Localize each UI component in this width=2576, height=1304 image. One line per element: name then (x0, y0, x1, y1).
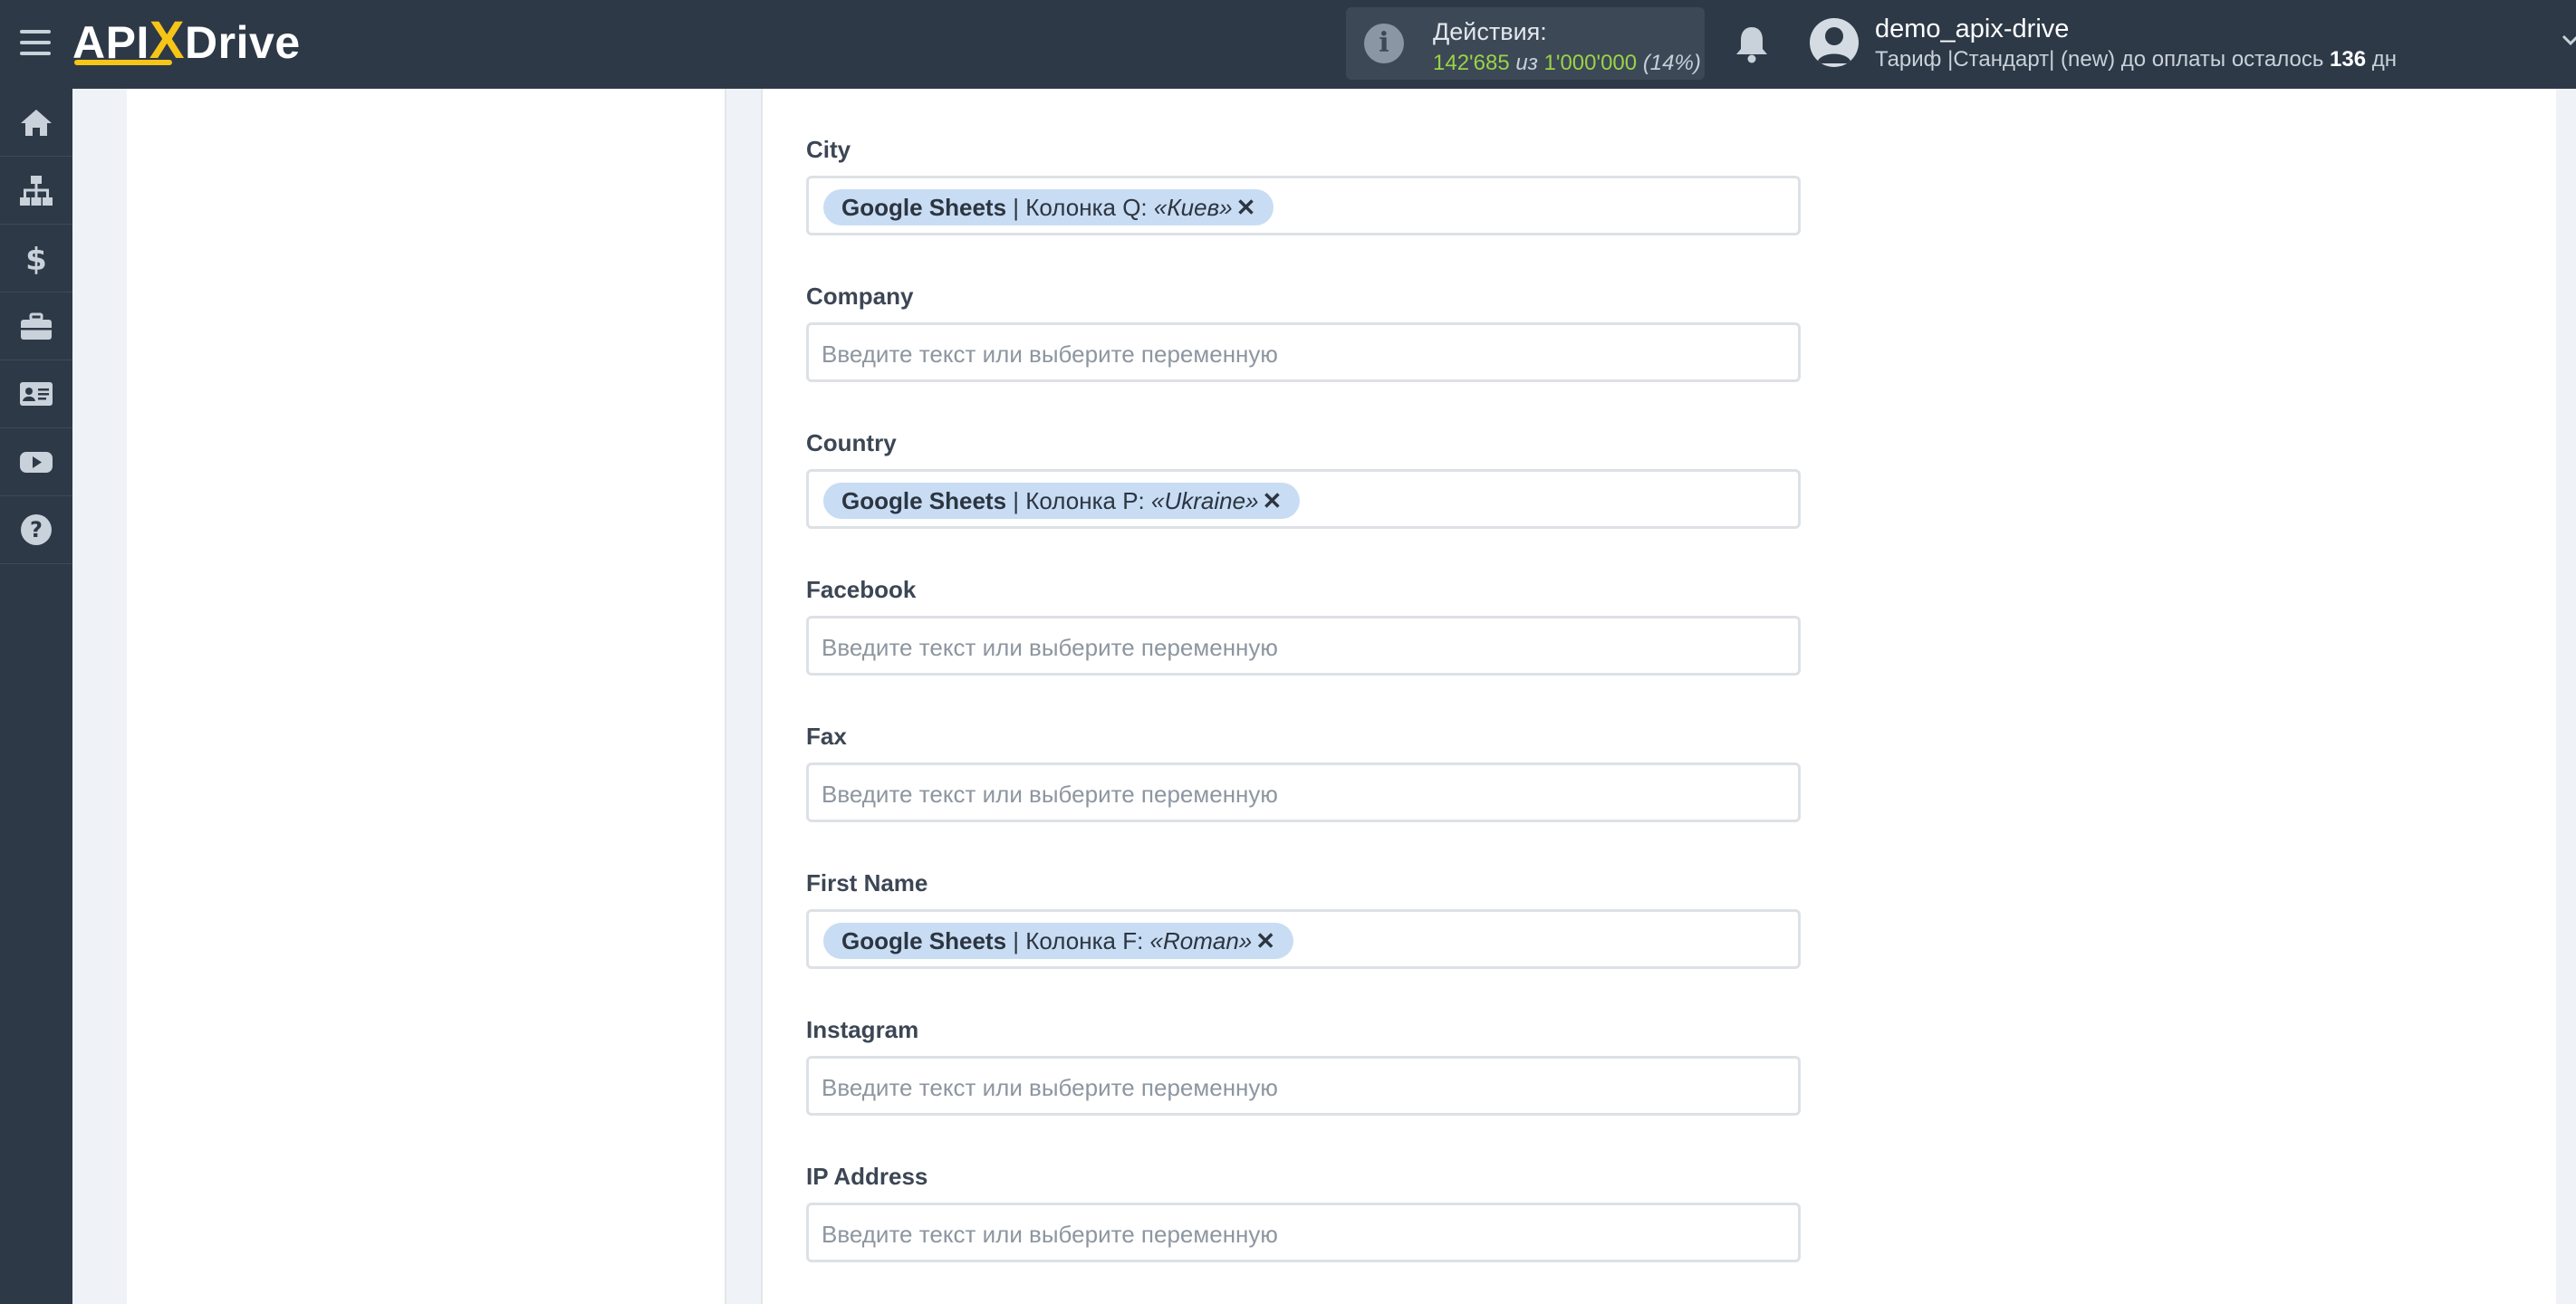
bell-icon[interactable] (1734, 24, 1770, 63)
tag-source: Google Sheets (841, 487, 1007, 514)
tariff-days-suffix: дн (2371, 47, 2398, 72)
sidebar-item-billing[interactable]: $ (0, 225, 72, 292)
dollar-icon: $ (25, 242, 47, 276)
label-facebook: Facebook (806, 576, 917, 603)
input-placeholder: Введите текст или выберите переменную (822, 781, 1278, 808)
actions-of-word: из (1515, 51, 1538, 75)
youtube-icon (20, 452, 53, 473)
help-icon: ? (21, 514, 52, 545)
home-icon (21, 110, 52, 136)
menu-icon[interactable] (20, 30, 51, 57)
label-instagram: Instagram (806, 1016, 919, 1043)
tag-source: Google Sheets (841, 927, 1007, 954)
sidebar-item-connections[interactable] (0, 157, 72, 225)
remove-tag-icon[interactable]: ✕ (1236, 189, 1256, 225)
info-icon: i (1364, 24, 1404, 63)
sidebar-item-home[interactable] (0, 89, 72, 157)
variable-tag[interactable]: Google Sheets | Колонка F: «Roman» ✕ (823, 923, 1294, 959)
user-tariff: Тариф |Стандарт| (new) до оплаты осталос… (1875, 47, 2397, 72)
remove-tag-icon[interactable]: ✕ (1263, 483, 1283, 519)
remove-tag-icon[interactable]: ✕ (1255, 923, 1275, 959)
facebook-input[interactable]: Введите текст или выберите переменную (806, 616, 1801, 676)
user-name[interactable]: demo_apix-drive (1875, 14, 2069, 44)
briefcase-icon (21, 312, 52, 340)
tag-value: «Ukraine» (1150, 487, 1259, 514)
user-avatar[interactable] (1810, 18, 1859, 67)
ip-address-input[interactable]: Введите текст или выберите переменную (806, 1203, 1801, 1262)
main-panel (761, 89, 2556, 1304)
city-input[interactable]: Google Sheets | Колонка Q: «Киев» ✕ (806, 176, 1801, 235)
tariff-days: 136 (2330, 47, 2367, 72)
svg-text:?: ? (30, 517, 43, 542)
logo-underline (74, 60, 172, 65)
fax-input[interactable]: Введите текст или выберите переменную (806, 762, 1801, 822)
tag-column: | Колонка F: (1006, 927, 1150, 954)
tariff-text: Тариф |Стандарт| (new) до оплаты осталос… (1875, 47, 2324, 72)
input-placeholder: Введите текст или выберите переменную (822, 1074, 1278, 1101)
input-placeholder: Введите текст или выберите переменную (822, 1221, 1278, 1248)
sidebar-item-services[interactable] (0, 292, 72, 360)
sidebar: $ ? (0, 89, 72, 1304)
svg-text:$: $ (25, 242, 47, 276)
actions-count: 142'685 из 1'000'000 (14%) (1433, 51, 1701, 76)
actions-title: Действия: (1433, 18, 1547, 45)
label-country: Country (806, 429, 897, 456)
tag-value: «Roman» (1149, 927, 1253, 954)
label-fax: Fax (806, 723, 847, 750)
input-placeholder: Введите текст или выберите переменную (822, 340, 1278, 368)
label-company: Company (806, 283, 914, 310)
sitemap-icon (20, 176, 53, 206)
input-placeholder: Введите текст или выберите переменную (822, 634, 1278, 661)
variable-tag[interactable]: Google Sheets | Колонка P: «Ukraine» ✕ (823, 483, 1301, 519)
variable-tag[interactable]: Google Sheets | Колонка Q: «Киев» ✕ (823, 189, 1274, 225)
label-city: City (806, 136, 851, 163)
label-ip-address: IP Address (806, 1163, 928, 1190)
logo-text-drive: Drive (185, 17, 301, 68)
tag-column: | Колонка Q: (1006, 194, 1154, 221)
apix-drive-logo[interactable]: APIXDrive (72, 13, 301, 69)
id-card-icon (20, 382, 53, 406)
actions-limit: 1'000'000 (1543, 51, 1638, 75)
company-input[interactable]: Введите текст или выберите переменную (806, 322, 1801, 382)
top-bar: APIXDrive i Действия: 142'685 из 1'000'0… (0, 0, 2576, 89)
label-first-name: First Name (806, 869, 928, 896)
first-name-input[interactable]: Google Sheets | Колонка F: «Roman» ✕ (806, 909, 1801, 969)
tag-column: | Колонка P: (1006, 487, 1151, 514)
chevron-down-icon[interactable] (2562, 31, 2576, 49)
sidebar-item-help[interactable]: ? (0, 496, 72, 564)
actions-percent: (14%) (1642, 51, 1701, 75)
sidebar-item-contacts[interactable] (0, 360, 72, 428)
country-input[interactable]: Google Sheets | Колонка P: «Ukraine» ✕ (806, 469, 1801, 529)
sidebar-item-video[interactable] (0, 428, 72, 496)
tag-source: Google Sheets (841, 194, 1007, 221)
left-panel (127, 89, 726, 1304)
actions-used: 142'685 (1433, 51, 1510, 75)
instagram-input[interactable]: Введите текст или выберите переменную (806, 1056, 1801, 1116)
actions-counter[interactable]: i Действия: 142'685 из 1'000'000 (14%) (1346, 7, 1705, 80)
tag-value: «Киев» (1153, 194, 1233, 221)
